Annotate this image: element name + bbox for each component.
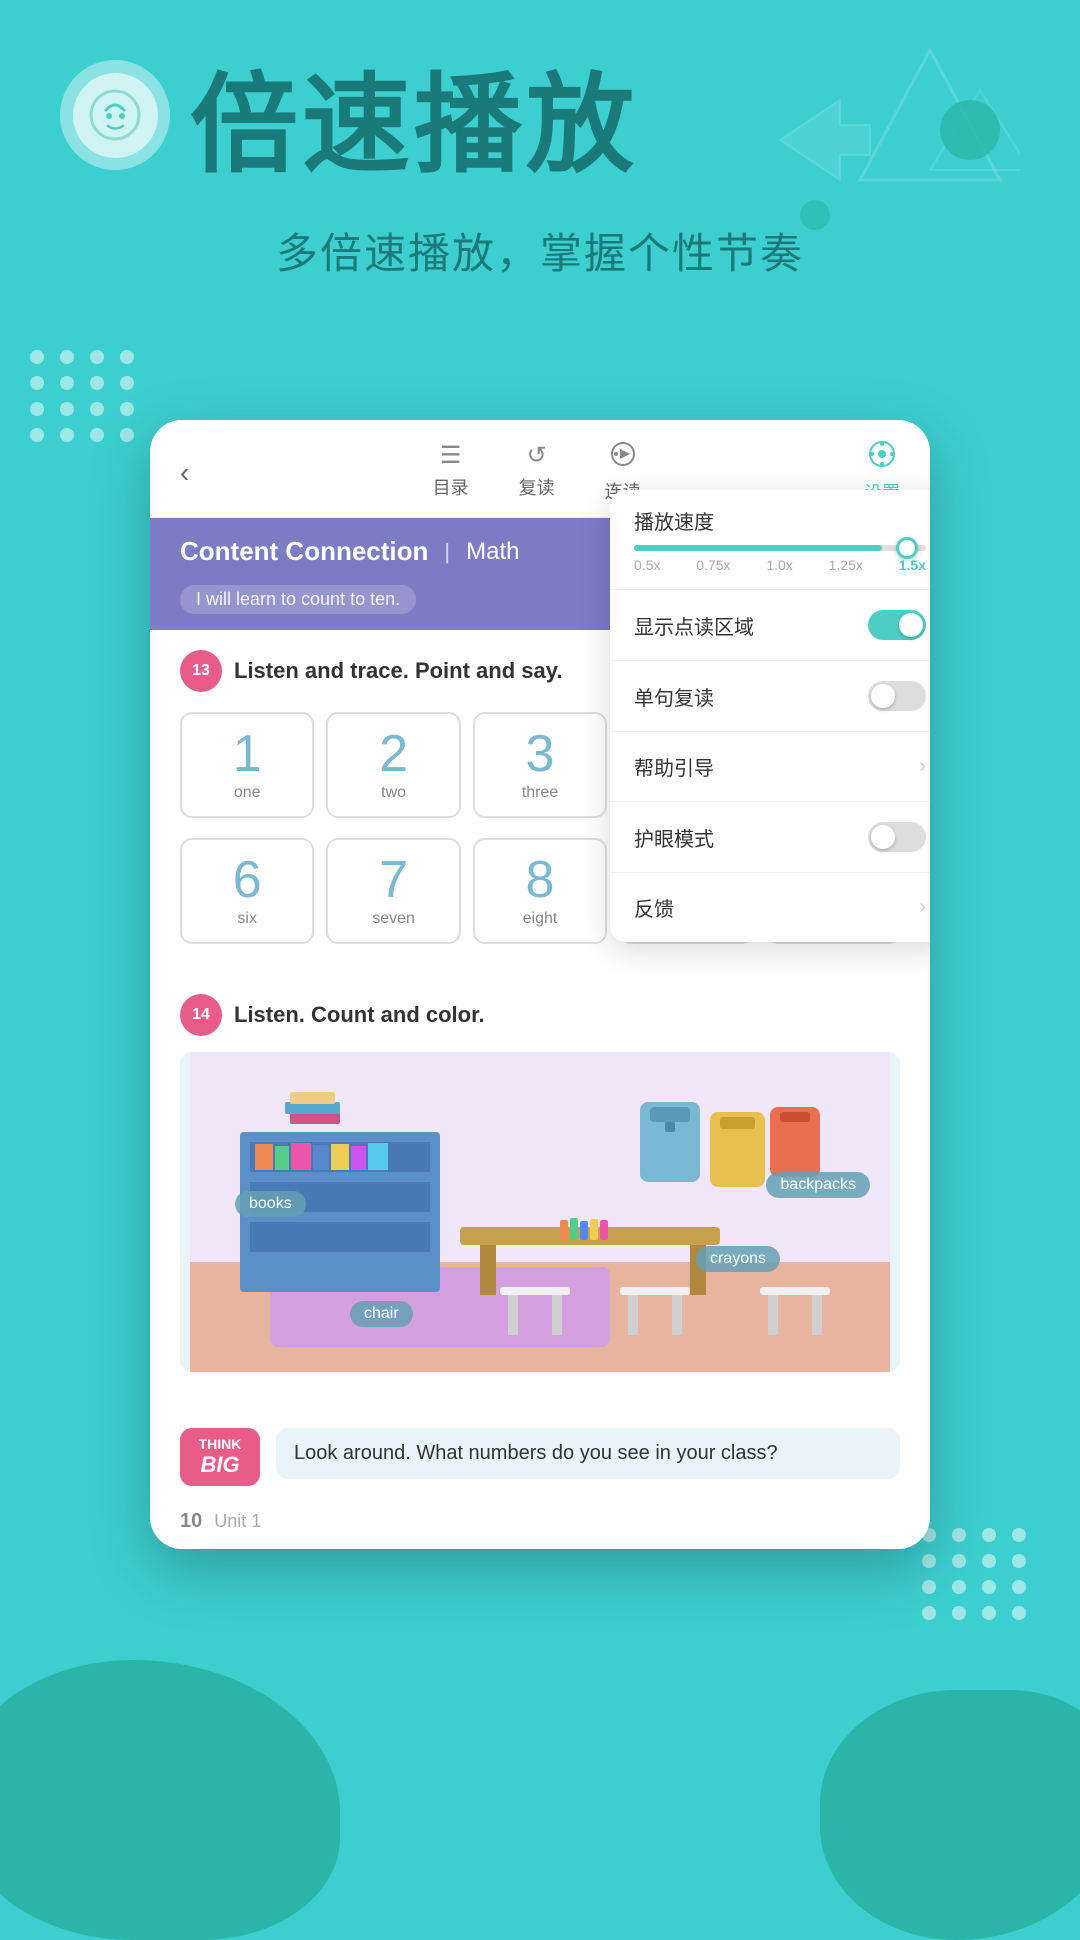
display-toggle[interactable] — [868, 610, 926, 640]
guide-label: 帮助引导 — [634, 752, 714, 781]
top-section: 倍速播放 多倍速播放，掌握个性节奏 — [0, 0, 1080, 321]
subtitle: 多倍速播放，掌握个性节奏 — [60, 220, 1020, 281]
toolbar-item-catalog[interactable]: ☰ 目录 — [433, 441, 469, 504]
speed-slider[interactable]: 0.5x 0.75x 1.0x 1.25x 1.5x — [634, 545, 926, 573]
speed-track — [634, 545, 926, 551]
repeat-sentence-label: 单句复读 — [634, 682, 714, 711]
settings-panel: 播放速度 0.5x 0.75x 1.0x 1.25x 1.5x — [610, 490, 930, 942]
content-subject: Math — [466, 538, 519, 566]
speed-fill — [634, 545, 882, 551]
number-2: 2 — [338, 728, 448, 780]
page-num: 10 — [180, 1510, 202, 1533]
page-number-row: 10 Unit 1 — [150, 1502, 930, 1549]
exercise-14-label: 14 Listen. Count and color. — [180, 994, 900, 1036]
think-big-section: THINK BIG Look around. What numbers do y… — [150, 1412, 930, 1502]
word-eight: eight — [485, 910, 595, 928]
exercise-14: 14 Listen. Count and color. — [150, 994, 930, 1412]
number-6: 6 — [192, 854, 302, 906]
number-1: 1 — [192, 728, 302, 780]
number-7: 7 — [338, 854, 448, 906]
settings-row-repeat: 单句复读 — [610, 661, 930, 732]
catalog-icon: ☰ — [440, 441, 462, 470]
think-label: THINK — [192, 1436, 248, 1452]
tablet: ‹ ☰ 目录 ↺ 复读 — [150, 420, 930, 1549]
word-three: three — [485, 784, 595, 802]
backpacks-tag: backpacks — [766, 1172, 870, 1198]
word-six: six — [192, 910, 302, 928]
toggle-thumb — [899, 613, 923, 637]
exercise-13-badge: 13 — [180, 650, 222, 692]
repeat-icon: ↺ — [527, 441, 547, 470]
classroom-illustration: books backpacks crayons chair — [180, 1052, 900, 1372]
word-seven: seven — [338, 910, 448, 928]
toolbar-item-repeat[interactable]: ↺ 复读 — [519, 441, 555, 504]
exercise-14-instruction: Listen. Count and color. — [234, 1002, 485, 1028]
main-title: 倍速播放 — [190, 71, 638, 179]
learn-text: I will learn to count to ten. — [180, 585, 416, 614]
number-card-8: 8 eight — [473, 838, 607, 944]
tablet-container: ‹ ☰ 目录 ↺ 复读 — [150, 420, 930, 1549]
content-connection-title: Content Connection — [180, 536, 428, 567]
think-big-text: Look around. What numbers do you see in … — [276, 1428, 900, 1479]
number-card-3: 3 three — [473, 712, 607, 818]
speed-label: 播放速度 — [634, 506, 926, 535]
blob-right — [820, 1690, 1080, 1940]
speed-mark-0.5: 0.5x — [634, 557, 660, 573]
guide-chevron: › — [919, 755, 926, 778]
settings-icon — [868, 440, 896, 475]
number-card-1: 1 one — [180, 712, 314, 818]
think-big-badge: THINK BIG — [180, 1428, 260, 1486]
tablet-toolbar: ‹ ☰ 目录 ↺ 复读 — [150, 420, 930, 518]
speed-section: 播放速度 0.5x 0.75x 1.0x 1.25x 1.5x — [610, 490, 930, 590]
continuous-icon — [610, 441, 636, 474]
books-tag: books — [235, 1191, 306, 1217]
eyecare-toggle-thumb — [871, 825, 895, 849]
crayons-tag: crayons — [696, 1246, 780, 1272]
title-row: 倍速播放 — [60, 60, 1020, 190]
speed-marks: 0.5x 0.75x 1.0x 1.25x 1.5x — [634, 557, 926, 573]
number-card-7: 7 seven — [326, 838, 460, 944]
number-card-2: 2 two — [326, 712, 460, 818]
number-card-6: 6 six — [180, 838, 314, 944]
app-logo[interactable] — [60, 60, 170, 170]
display-label: 显示点读区域 — [634, 611, 754, 640]
page-unit: Unit 1 — [214, 1511, 261, 1532]
settings-row-feedback[interactable]: 反馈 › — [610, 873, 930, 942]
word-one: one — [192, 784, 302, 802]
speed-mark-1.0: 1.0x — [766, 557, 792, 573]
speed-thumb — [896, 537, 918, 559]
repeat-label: 复读 — [519, 474, 555, 500]
back-button[interactable]: ‹ — [180, 457, 189, 489]
number-3: 3 — [485, 728, 595, 780]
number-8: 8 — [485, 854, 595, 906]
catalog-label: 目录 — [433, 474, 469, 500]
settings-row-display: 显示点读区域 — [610, 590, 930, 661]
dots-left-decoration — [30, 350, 138, 442]
eyecare-label: 护眼模式 — [634, 823, 714, 852]
repeat-toggle[interactable] — [868, 681, 926, 711]
exercise-13-instruction: Listen and trace. Point and say. — [234, 658, 562, 684]
chair-tag: chair — [350, 1301, 413, 1327]
settings-row-guide[interactable]: 帮助引导 › — [610, 732, 930, 802]
logo-inner — [73, 73, 158, 158]
big-label: BIG — [192, 1452, 248, 1478]
speed-mark-0.75: 0.75x — [696, 557, 730, 573]
feedback-label: 反馈 — [634, 893, 674, 922]
feedback-chevron: › — [919, 896, 926, 919]
bottom-blobs — [0, 1600, 1080, 1920]
settings-row-eyecare: 护眼模式 — [610, 802, 930, 873]
speed-mark-1.25: 1.25x — [829, 557, 863, 573]
speed-mark-1.5: 1.5x — [899, 557, 926, 573]
header-divider: | — [444, 539, 450, 565]
blob-left — [0, 1660, 340, 1940]
repeat-toggle-thumb — [871, 684, 895, 708]
eyecare-toggle[interactable] — [868, 822, 926, 852]
exercise-14-badge: 14 — [180, 994, 222, 1036]
word-two: two — [338, 784, 448, 802]
